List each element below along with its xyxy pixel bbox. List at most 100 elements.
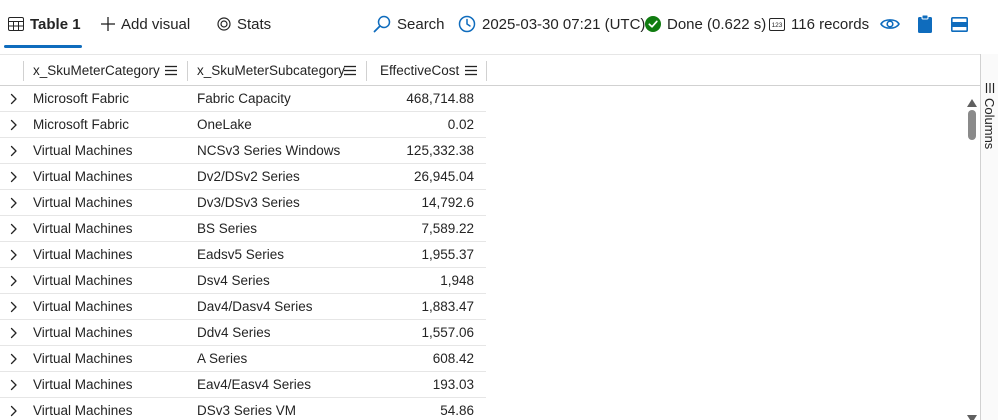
scroll-up-arrow-icon[interactable]: [967, 94, 977, 107]
expand-row-chevron-icon[interactable]: [9, 379, 19, 391]
search-icon: [373, 15, 391, 33]
cell-effective-cost[interactable]: 1,948: [440, 268, 474, 293]
cell-category[interactable]: Virtual Machines: [33, 346, 133, 371]
scroll-down-arrow-icon[interactable]: [967, 410, 977, 420]
cell-effective-cost[interactable]: 14,792.6: [421, 190, 474, 215]
cell-effective-cost[interactable]: 1,557.06: [421, 320, 474, 345]
cell-category[interactable]: Virtual Machines: [33, 372, 133, 397]
expand-row-chevron-icon[interactable]: [9, 171, 19, 183]
cell-effective-cost[interactable]: 26,945.04: [414, 164, 474, 189]
table-row[interactable]: Virtual Machines Dv2/DSv2 Series 26,945.04: [0, 164, 486, 190]
expand-row-chevron-icon[interactable]: [9, 405, 19, 417]
table-row[interactable]: Virtual Machines Eav4/Easv4 Series 193.03: [0, 372, 486, 398]
column-header-subcategory[interactable]: x_SkuMeterSubcategory: [188, 55, 366, 86]
cell-subcategory[interactable]: Ddv4 Series: [197, 320, 271, 345]
cell-effective-cost[interactable]: 125,332.38: [406, 138, 474, 163]
cell-category[interactable]: Virtual Machines: [33, 398, 133, 420]
table-row[interactable]: Virtual Machines A Series 608.42: [0, 346, 486, 372]
cell-effective-cost[interactable]: 193.03: [433, 372, 474, 397]
table-row[interactable]: Virtual Machines Dv3/DSv3 Series 14,792.6: [0, 190, 486, 216]
plus-icon: [101, 17, 115, 31]
timestamp-text: 2025-03-30 07:21 (UTC): [482, 15, 646, 33]
cell-subcategory[interactable]: Dav4/Dasv4 Series: [197, 294, 313, 319]
search-button[interactable]: Search: [373, 0, 445, 48]
table-row[interactable]: Microsoft Fabric Fabric Capacity 468,714.8…: [0, 86, 486, 112]
cell-effective-cost[interactable]: 1,883.47: [421, 294, 474, 319]
table-row[interactable]: Microsoft Fabric OneLake 0.02: [0, 112, 486, 138]
cell-category[interactable]: Virtual Machines: [33, 320, 133, 345]
table-row[interactable]: Virtual Machines Ddv4 Series 1,557.06: [0, 320, 486, 346]
add-visual-button[interactable]: Add visual: [101, 0, 190, 48]
cell-subcategory[interactable]: DSv3 Series VM: [197, 398, 296, 420]
columns-panel-label: Columns: [982, 98, 997, 150]
cell-category[interactable]: Virtual Machines: [33, 216, 133, 241]
column-menu-icon[interactable]: [465, 64, 477, 76]
tab-label: Table 1: [30, 15, 81, 33]
view-button[interactable]: [880, 0, 906, 48]
column-header-label: EffectiveCost: [380, 63, 460, 78]
cell-effective-cost[interactable]: 54.86: [440, 398, 474, 420]
tab-table-1[interactable]: Table 1: [8, 0, 81, 48]
cell-subcategory[interactable]: Eav4/Easv4 Series: [197, 372, 311, 397]
side-panel: Columns: [980, 54, 998, 420]
cell-subcategory[interactable]: Dv2/DSv2 Series: [197, 164, 300, 189]
cell-category[interactable]: Microsoft Fabric: [33, 112, 129, 137]
table-row[interactable]: Virtual Machines Dav4/Dasv4 Series 1,883.4…: [0, 294, 486, 320]
cell-subcategory[interactable]: Eadsv5 Series: [197, 242, 284, 267]
cell-subcategory[interactable]: Dv3/DSv3 Series: [197, 190, 300, 215]
cell-subcategory[interactable]: Dsv4 Series: [197, 268, 270, 293]
clipboard-icon: [918, 15, 932, 33]
add-visual-label: Add visual: [121, 15, 191, 33]
stats-icon: [217, 17, 231, 31]
cell-category[interactable]: Virtual Machines: [33, 138, 133, 163]
column-header-label: x_SkuMeterSubcategory: [197, 63, 345, 78]
search-label: Search: [397, 15, 445, 33]
column-menu-icon[interactable]: [344, 64, 356, 76]
cell-effective-cost[interactable]: 7,589.22: [421, 216, 474, 241]
column-header-row: x_SkuMeterCategory x_SkuMeterSubcategory…: [0, 54, 980, 86]
cell-category[interactable]: Microsoft Fabric: [33, 86, 129, 111]
expand-row-chevron-icon[interactable]: [9, 301, 19, 313]
table-row[interactable]: Virtual Machines NCSv3 Series Windows 125,…: [0, 138, 486, 164]
cell-effective-cost[interactable]: 468,714.88: [406, 86, 474, 111]
cell-subcategory[interactable]: A Series: [197, 346, 247, 371]
cell-subcategory[interactable]: OneLake: [197, 112, 252, 137]
table-row[interactable]: Virtual Machines Dsv4 Series 1,948: [0, 268, 486, 294]
table-row[interactable]: Virtual Machines BS Series 7,589.22: [0, 216, 486, 242]
expand-row-chevron-icon[interactable]: [9, 197, 19, 209]
status-text: Done (0.622 s): [667, 15, 767, 33]
active-tab-indicator: [4, 45, 82, 48]
cell-category[interactable]: Virtual Machines: [33, 294, 133, 319]
column-header-category[interactable]: x_SkuMeterCategory: [24, 55, 187, 86]
columns-icon: [985, 80, 995, 93]
cell-category[interactable]: Virtual Machines: [33, 190, 133, 215]
cell-effective-cost[interactable]: 0.02: [448, 112, 474, 137]
cell-category[interactable]: Virtual Machines: [33, 242, 133, 267]
cell-effective-cost[interactable]: 608.42: [433, 346, 474, 371]
cell-category[interactable]: Virtual Machines: [33, 164, 133, 189]
column-menu-icon[interactable]: [165, 64, 177, 76]
cell-subcategory[interactable]: Fabric Capacity: [197, 86, 291, 111]
expand-row-chevron-icon[interactable]: [9, 353, 19, 365]
columns-panel-tab[interactable]: Columns: [981, 76, 998, 176]
stats-button[interactable]: Stats: [217, 0, 271, 48]
expand-row-chevron-icon[interactable]: [9, 327, 19, 339]
layout-toggle-button[interactable]: [951, 0, 974, 48]
column-header-effective-cost[interactable]: EffectiveCost: [367, 55, 487, 86]
expand-row-chevron-icon[interactable]: [9, 275, 19, 287]
scrollbar-thumb[interactable]: [968, 110, 976, 140]
column-separator[interactable]: [486, 61, 487, 81]
table-row[interactable]: Virtual Machines Eadsv5 Series 1,955.37: [0, 242, 486, 268]
expand-row-chevron-icon[interactable]: [9, 93, 19, 105]
cell-category[interactable]: Virtual Machines: [33, 268, 133, 293]
expand-row-chevron-icon[interactable]: [9, 249, 19, 261]
expand-row-chevron-icon[interactable]: [9, 223, 19, 235]
expand-row-chevron-icon[interactable]: [9, 119, 19, 131]
copy-button[interactable]: [918, 0, 938, 48]
cell-subcategory[interactable]: NCSv3 Series Windows: [197, 138, 340, 163]
table-row[interactable]: Virtual Machines DSv3 Series VM 54.86: [0, 398, 486, 420]
vertical-scrollbar[interactable]: [962, 86, 980, 420]
cell-subcategory[interactable]: BS Series: [197, 216, 257, 241]
cell-effective-cost[interactable]: 1,955.37: [421, 242, 474, 267]
expand-row-chevron-icon[interactable]: [9, 145, 19, 157]
